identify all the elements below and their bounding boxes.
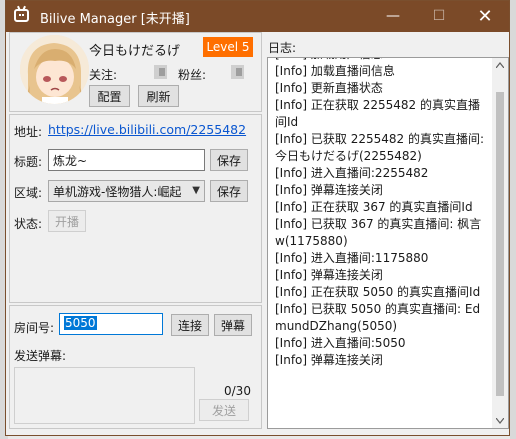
following-label: 关注: [89, 68, 118, 82]
log-line: [Info] 进入直播间:5050 [275, 336, 406, 350]
char-count: 0/30 [224, 384, 251, 398]
minimize-icon[interactable]: — [370, 1, 416, 32]
log-line: [Info] 进入直播间:1175880 [275, 251, 429, 265]
area-label: 区域: [14, 186, 43, 200]
log-line: [Info] 更新直播状态 [275, 81, 383, 95]
close-icon[interactable]: ✕ [462, 1, 508, 32]
log-scrollbar[interactable] [492, 58, 508, 428]
room-number-value: 5050 [64, 316, 97, 330]
send-danmaku-label: 发送弹幕: [14, 349, 67, 363]
room-info-group [9, 114, 262, 303]
level-badge: Level 5 [203, 37, 253, 57]
room-address-link[interactable]: https://live.bilibili.com/2255482 [48, 122, 246, 137]
connect-button[interactable]: 连接 [171, 314, 209, 336]
following-count-placeholder [154, 65, 167, 79]
address-label: 地址: [14, 125, 43, 139]
scroll-down-icon[interactable] [496, 418, 504, 424]
main-window: Bilive Manager [未开播] — ☐ ✕ 今日もけだるげ Level… [5, 0, 510, 436]
danmaku-button[interactable]: 弹幕 [214, 314, 252, 336]
dropdown-arrow-icon: ▼ [189, 185, 200, 196]
config-button[interactable]: 配置 [89, 85, 130, 107]
log-line: [Info] 弹幕连接关闭 [275, 183, 383, 197]
log-line: [Info] 已获取 367 的真实直播间: 枫言w(1175880) [275, 217, 482, 248]
fans-count-placeholder [231, 65, 244, 79]
log-lines: [Info] 加载用户信息[Info] 加载直播间信息[Info] 更新直播状态… [268, 58, 490, 369]
room-number-input[interactable]: 5050 [59, 313, 163, 335]
title-bar[interactable]: Bilive Manager [未开播] — ☐ ✕ [6, 1, 509, 32]
window-title: Bilive Manager [未开播] [40, 12, 190, 27]
log-panel[interactable]: [Info] 加载用户信息[Info] 加载直播间信息[Info] 更新直播状态… [267, 57, 509, 429]
log-line: [Info] 弹幕连接关闭 [275, 353, 383, 367]
save-area-button[interactable]: 保存 [210, 180, 248, 202]
avatar [20, 35, 89, 104]
log-line: [Info] 正在获取 2255482 的真实直播间Id [275, 98, 480, 129]
status-label: 状态: [14, 217, 43, 231]
title-label: 标题: [14, 155, 43, 169]
scroll-up-icon[interactable] [496, 62, 504, 68]
fans-label: 粉丝: [178, 68, 207, 82]
start-live-button[interactable]: 开播 [48, 210, 86, 232]
app-tv-icon [14, 9, 29, 22]
log-line: [Info] 进入直播间:2255482 [275, 166, 429, 180]
area-select[interactable]: 单机游戏-怪物猎人:崛起 ▼ [48, 180, 205, 202]
username: 今日もけだるげ [89, 44, 181, 59]
room-number-label: 房间号: [14, 321, 55, 335]
log-line: [Info] 弹幕连接关闭 [275, 268, 383, 282]
log-line: [Info] 已获取 5050 的真实直播间: EdmundDZhang(505… [275, 302, 481, 333]
log-line: [Info] 已获取 2255482 的真实直播间: 今日もけだるげ(22554… [275, 132, 488, 163]
log-label: 日志: [268, 41, 297, 55]
refresh-button[interactable]: 刷新 [138, 85, 179, 107]
log-line: [Info] 加载直播间信息 [275, 64, 395, 78]
log-line: [Info] 正在获取 367 的真实直播间Id [275, 200, 473, 214]
maximize-icon[interactable]: ☐ [416, 1, 462, 32]
danmaku-textarea[interactable] [14, 367, 195, 424]
area-select-value: 单机游戏-怪物猎人:崛起 [53, 185, 182, 199]
log-line: [Info] 正在获取 5050 的真实直播间Id [275, 285, 481, 299]
scroll-thumb[interactable] [496, 92, 504, 396]
send-button[interactable]: 发送 [199, 399, 249, 421]
title-input[interactable]: 炼龙~ [48, 149, 205, 171]
save-title-button[interactable]: 保存 [210, 149, 248, 171]
